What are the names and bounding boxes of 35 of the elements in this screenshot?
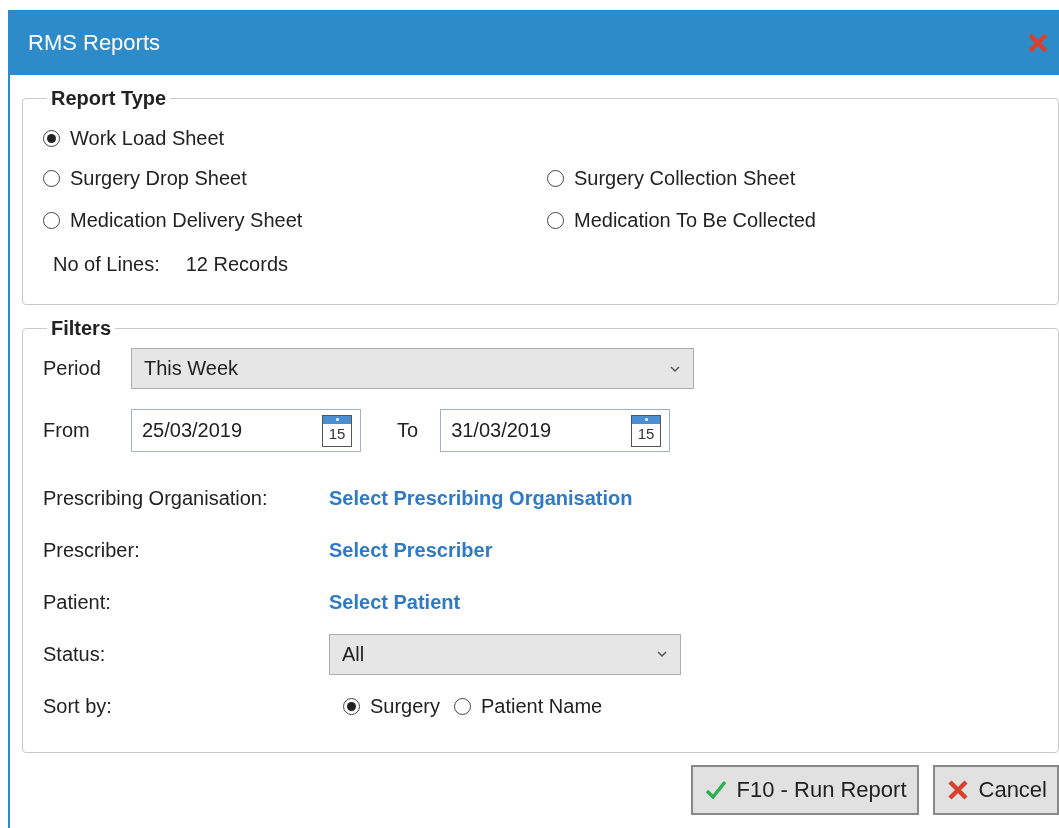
group-title: Filters (50, 317, 113, 340)
checkmark-icon (704, 779, 727, 801)
radio-button[interactable]: Medication To Be Collected (547, 208, 816, 232)
cancel-button[interactable]: Cancel (932, 765, 1059, 815)
dropdown-caret-icon (669, 364, 681, 373)
radio-button[interactable]: Surgery Collection Sheet (547, 166, 796, 190)
field-label: Prescriber: (43, 538, 141, 562)
field-label: From (43, 419, 91, 442)
field-value: 12 Records (185, 252, 288, 276)
radio-button[interactable]: Patient Name (454, 694, 603, 718)
period-dropdown[interactable]: This Week (131, 348, 694, 389)
status-dropdown[interactable]: All (329, 633, 681, 675)
run-button[interactable]: F10 - Run Report (690, 765, 919, 815)
window-title: RMS Reports (28, 29, 161, 56)
dropdown-caret-icon (656, 650, 668, 658)
field-label: Status: (43, 642, 107, 666)
date-field[interactable]: 31/03/2019 15 (440, 409, 671, 452)
radio-button[interactable]: Work Load Sheet (43, 126, 225, 150)
field-label: Period (43, 357, 102, 380)
field-label: Prescribing Organisation: (43, 486, 269, 510)
radio-button[interactable]: Surgery Drop Sheet (43, 166, 247, 190)
close-icon (946, 779, 969, 801)
field-label: Sort by: (43, 694, 113, 718)
select-link[interactable]: Select Prescriber (329, 538, 493, 562)
field-label: No of Lines: (53, 252, 160, 276)
calendar-button[interactable]: 15 (322, 414, 352, 447)
calendar-button[interactable]: 15 (631, 414, 662, 447)
radio-button[interactable]: Medication Delivery Sheet (43, 208, 303, 232)
field-label: To (396, 419, 420, 442)
radio-button[interactable]: Surgery (343, 694, 441, 718)
date-field[interactable]: 25/03/2019 15 (131, 409, 361, 452)
field-label: Patient: (43, 590, 112, 614)
select-link[interactable]: Select Prescribing Organisation (329, 486, 633, 510)
group-title: Report Type (50, 87, 168, 110)
select-link[interactable]: Select Patient (329, 590, 461, 614)
